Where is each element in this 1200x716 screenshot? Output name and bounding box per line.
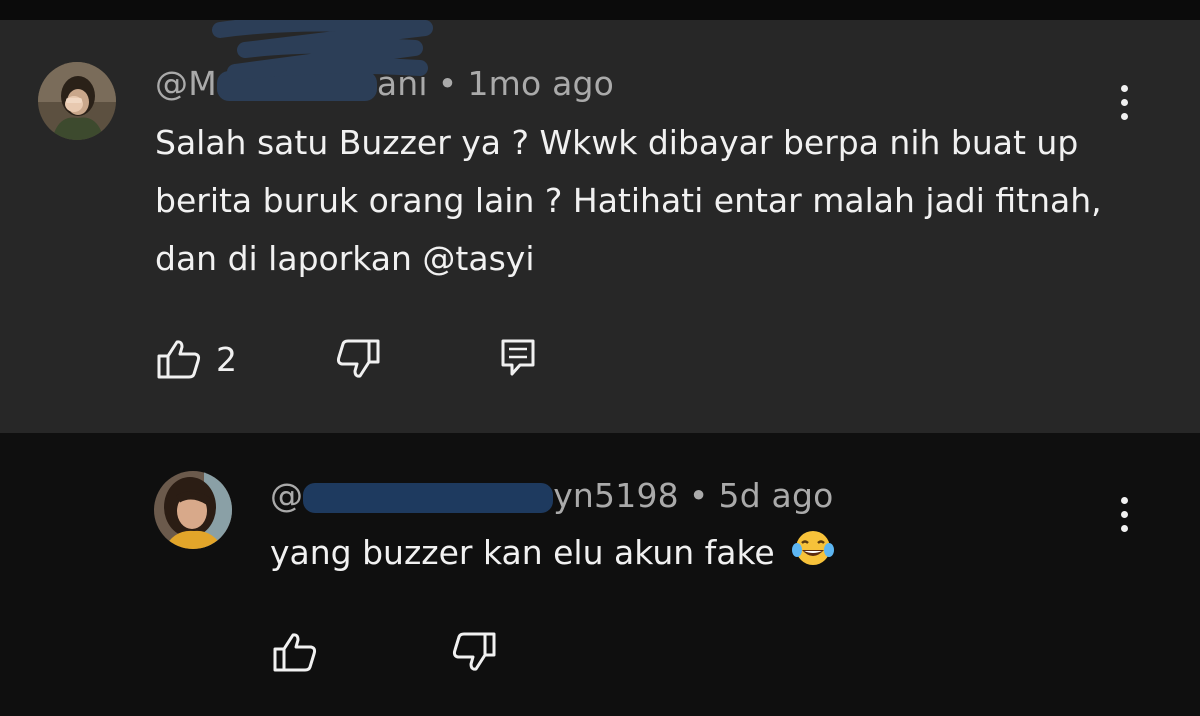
- comment-header: @ yn5198 • 5d ago: [270, 476, 834, 515]
- reply-button[interactable]: [500, 338, 536, 378]
- user-avatar-icon: [38, 62, 116, 140]
- separator-dot: •: [437, 64, 458, 103]
- author-handle-prefix[interactable]: @: [270, 476, 303, 515]
- comment-highlighted: @M ani • 1mo ago Salah satu Buzzer ya ? Wkw…: [0, 20, 1200, 433]
- thumbs-down-icon: [452, 632, 496, 671]
- redaction-bar: [303, 482, 554, 513]
- laughing-emoji-icon: [791, 528, 835, 586]
- thumbs-down-icon: [336, 339, 380, 378]
- separator-dot: •: [688, 476, 709, 515]
- comments-screen: @M ani • 1mo ago Salah satu Buzzer ya ? Wkw…: [0, 0, 1200, 716]
- reply-icon: [501, 339, 535, 376]
- comment-time: 1mo ago: [467, 64, 615, 103]
- comment-reply: @ yn5198 • 5d ago yang buzzer kan elu akun …: [0, 433, 1200, 716]
- comment-header: @M ani • 1mo ago: [155, 64, 614, 103]
- dislike-button[interactable]: [335, 338, 381, 380]
- author-handle-prefix[interactable]: @M: [155, 64, 217, 103]
- comment-text: Salah satu Buzzer ya ? Wkwk dibayar berp…: [155, 123, 1102, 278]
- comment-text-wrapper: yang buzzer kan elu akun fake: [270, 524, 1070, 586]
- comment-time: 5d ago: [718, 476, 834, 515]
- redaction-bar: [216, 70, 377, 101]
- thumbs-up-icon: [273, 633, 317, 672]
- like-count: 2: [216, 339, 237, 379]
- top-strip: [0, 0, 1200, 20]
- author-handle-suffix[interactable]: ani: [377, 64, 428, 103]
- user-avatar-icon: [154, 471, 232, 549]
- author-handle-suffix[interactable]: yn5198: [553, 476, 679, 515]
- thumbs-up-icon: [157, 340, 201, 379]
- comment-text: yang buzzer kan elu akun fake: [270, 533, 775, 572]
- like-button[interactable]: [272, 631, 318, 673]
- avatar[interactable]: [154, 471, 232, 549]
- avatar[interactable]: [38, 62, 116, 140]
- dislike-button[interactable]: [451, 631, 497, 673]
- more-options-button[interactable]: [1109, 489, 1139, 539]
- more-options-button[interactable]: [1109, 77, 1139, 127]
- like-button[interactable]: 2: [156, 338, 237, 380]
